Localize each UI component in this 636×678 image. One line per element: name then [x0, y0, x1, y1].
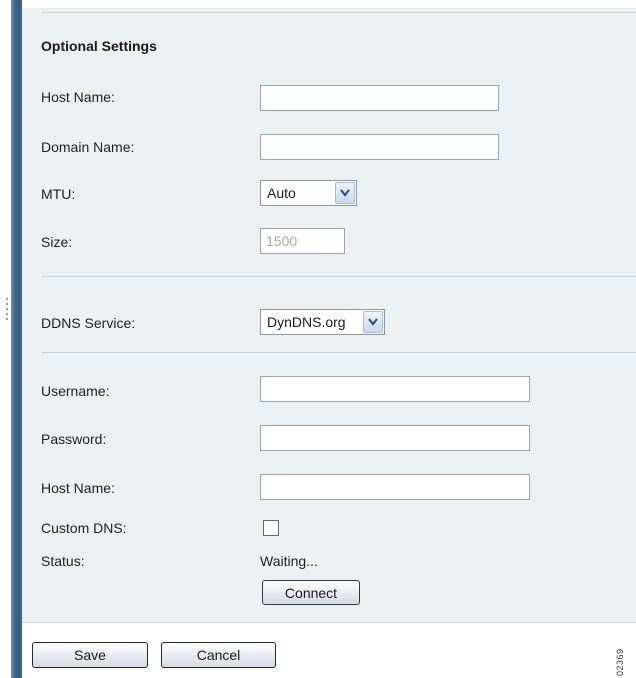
- mtu-select[interactable]: Auto: [260, 180, 357, 206]
- chevron-down-icon[interactable]: [335, 182, 355, 204]
- username-input[interactable]: [260, 376, 530, 402]
- host-name-input[interactable]: [260, 85, 499, 111]
- cancel-button[interactable]: Cancel: [161, 642, 276, 668]
- host-name-label: Host Name:: [41, 89, 115, 105]
- status-value: Waiting...: [260, 553, 318, 569]
- size-input: [260, 228, 345, 254]
- divider: [42, 12, 636, 13]
- settings-panel: Optional Settings Host Name: Domain Name…: [22, 0, 636, 622]
- domain-name-input[interactable]: [260, 134, 499, 160]
- password-input[interactable]: [260, 425, 530, 451]
- ddns-service-select[interactable]: DynDNS.org: [260, 309, 385, 335]
- divider: [42, 276, 636, 277]
- domain-name-label: Domain Name:: [41, 139, 135, 155]
- status-label: Status:: [41, 553, 85, 569]
- save-button[interactable]: Save: [32, 642, 148, 668]
- divider: [42, 352, 636, 353]
- left-margin: [0, 0, 11, 678]
- ddns-service-value: DynDNS.org: [267, 314, 346, 330]
- custom-dns-label: Custom DNS:: [41, 520, 127, 536]
- top-edge: [22, 0, 636, 8]
- connect-button[interactable]: Connect: [262, 580, 360, 605]
- accent-bar: [11, 0, 22, 678]
- custom-dns-checkbox[interactable]: [263, 520, 279, 536]
- ddns-service-label: DDNS Service:: [41, 315, 136, 331]
- footer-divider: [22, 622, 636, 623]
- grip-icon[interactable]: [6, 298, 9, 324]
- size-label: Size:: [41, 234, 73, 250]
- mtu-select-value: Auto: [267, 185, 296, 201]
- username-label: Username:: [41, 383, 110, 399]
- ddns-host-name-input[interactable]: [260, 474, 530, 500]
- figure-id: 02369: [615, 648, 625, 676]
- mtu-label: MTU:: [41, 186, 76, 202]
- section-title: Optional Settings: [41, 38, 157, 54]
- chevron-down-icon[interactable]: [363, 311, 383, 333]
- password-label: Password:: [41, 431, 107, 447]
- ddns-host-name-label: Host Name:: [41, 480, 115, 496]
